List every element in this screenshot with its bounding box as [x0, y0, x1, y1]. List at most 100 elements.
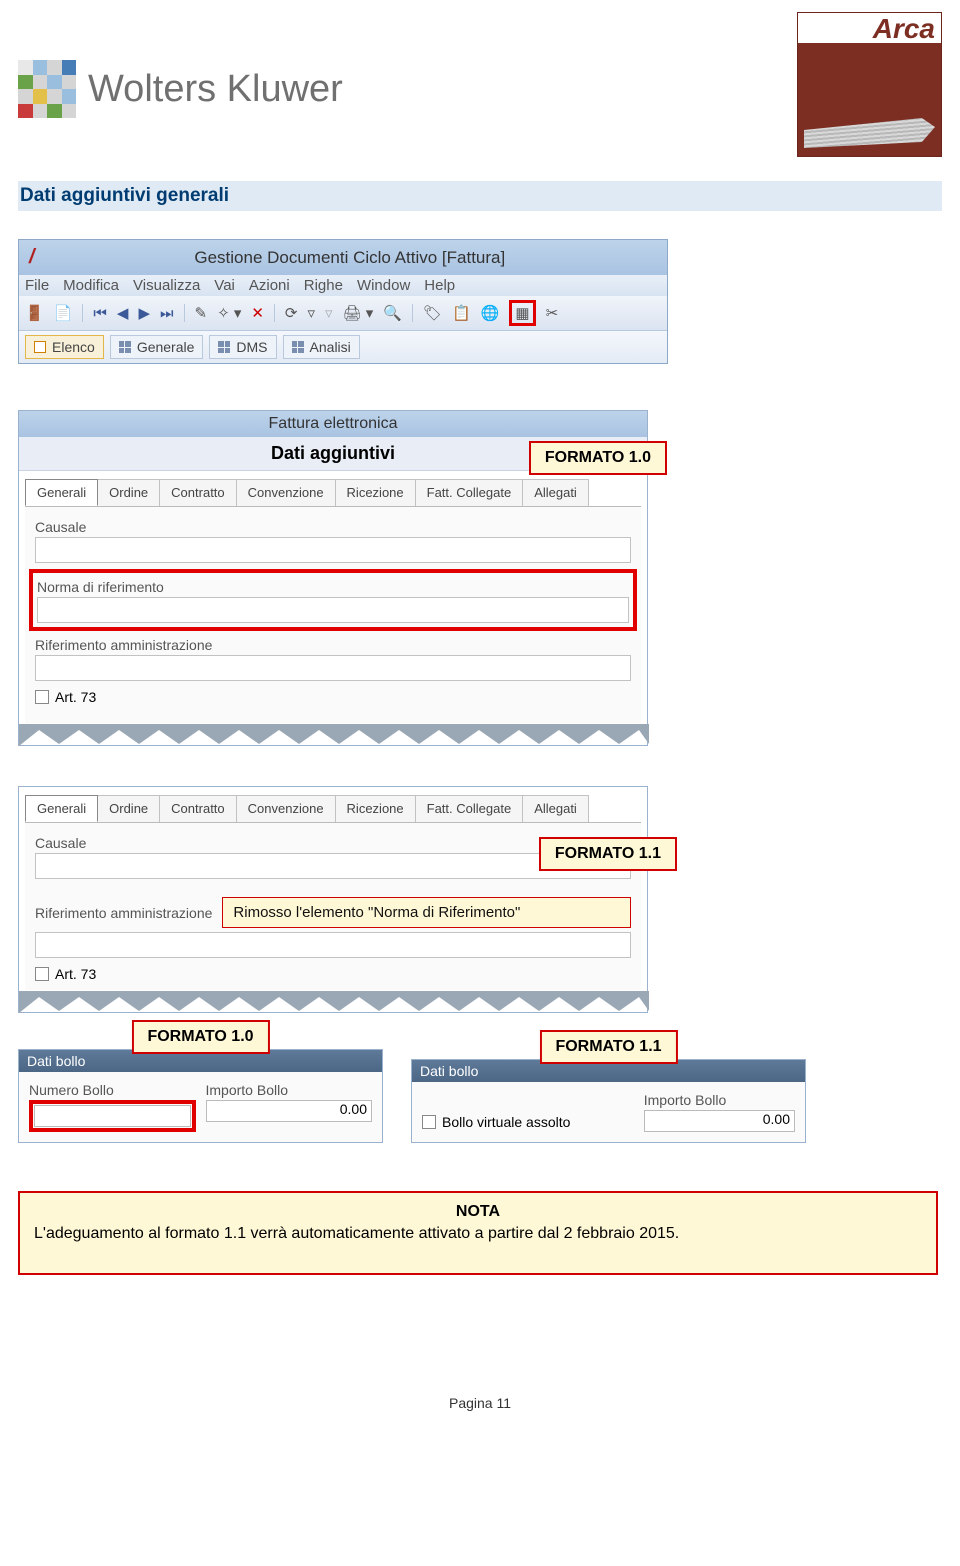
tab-ricezione[interactable]: Ricezione: [335, 795, 416, 822]
menu-bar: File Modifica Visualizza Vai Azioni Righ…: [19, 275, 667, 296]
label-bollo-virtuale: Bollo virtuale assolto: [442, 1114, 570, 1130]
window-title: Gestione Documenti Ciclo Attivo [Fattura…: [194, 248, 505, 268]
callout-formato-11: FORMATO 1.1: [539, 1030, 677, 1064]
grid-icon: [292, 341, 304, 353]
note-icon[interactable]: 📋: [452, 304, 471, 322]
view-tabs: Elenco Generale DMS Analisi: [19, 331, 667, 363]
wk-logo-text: Wolters Kluwer: [88, 68, 343, 111]
print-icon[interactable]: 🖨 ▾: [343, 304, 374, 322]
form-area: Causale FORMATO 1.1 Riferimento amminist…: [25, 823, 641, 990]
arca-stroke-icon: [804, 118, 935, 148]
torn-edge: [19, 723, 647, 745]
menu-help[interactable]: Help: [424, 277, 455, 294]
input-rifamm[interactable]: [35, 655, 631, 681]
menu-modifica[interactable]: Modifica: [63, 277, 119, 294]
tab-generale[interactable]: Generale: [110, 335, 204, 359]
first-icon[interactable]: ⏮: [93, 305, 107, 322]
wand-icon[interactable]: ✧ ▾: [217, 304, 241, 322]
nota-body: L'adeguamento al formato 1.1 verrà autom…: [34, 1225, 922, 1243]
tab-contratto[interactable]: Contratto: [159, 795, 236, 822]
label-art73: Art. 73: [55, 966, 96, 982]
checkbox-icon: [35, 967, 49, 981]
prev-icon[interactable]: ◀: [117, 304, 129, 322]
label-numero-bollo: Numero Bollo: [29, 1082, 196, 1098]
tab-generali[interactable]: Generali: [25, 479, 98, 506]
globe-icon[interactable]: 🌐: [481, 304, 500, 322]
menu-azioni[interactable]: Azioni: [249, 277, 290, 294]
panel-dati-bollo-v10: FORMATO 1.0 Dati bollo Numero Bollo Impo…: [18, 1049, 383, 1143]
dati-bollo-row: FORMATO 1.0 Dati bollo Numero Bollo Impo…: [18, 1049, 942, 1143]
tab-generali[interactable]: Generali: [25, 795, 98, 822]
tab-contratto[interactable]: Contratto: [159, 479, 236, 506]
input-importo-bollo[interactable]: 0.00: [206, 1100, 373, 1122]
edit-icon[interactable]: ✎: [195, 304, 208, 322]
tab-ricezione[interactable]: Ricezione: [335, 479, 416, 506]
wolters-kluwer-logo: Wolters Kluwer: [18, 12, 343, 118]
panel-title: Fattura elettronica: [19, 411, 647, 437]
delete-icon[interactable]: ✕: [251, 304, 264, 322]
exit-icon[interactable]: 🚪: [25, 304, 44, 322]
callout-formato-11: FORMATO 1.1: [539, 837, 677, 871]
window-title-bar: / Gestione Documenti Ciclo Attivo [Fattu…: [19, 240, 667, 275]
section-title: Dati aggiuntivi generali: [18, 181, 942, 211]
menu-vai[interactable]: Vai: [214, 277, 235, 294]
grid-icon[interactable]: ▦: [515, 304, 529, 322]
tabset: Generali Ordine Contratto Convenzione Ri…: [25, 479, 641, 507]
checkbox-bollo-virtuale[interactable]: Bollo virtuale assolto: [422, 1114, 570, 1130]
new-doc-icon[interactable]: 📄: [54, 304, 73, 322]
checkbox-icon: [35, 690, 49, 704]
checkbox-art73[interactable]: Art. 73: [35, 689, 96, 705]
tabset: Generali Ordine Contratto Convenzione Ri…: [25, 795, 641, 823]
tab-convenzione[interactable]: Convenzione: [236, 795, 336, 822]
input-causale[interactable]: [35, 537, 631, 563]
next-icon[interactable]: ▶: [138, 304, 150, 322]
note-rimosso: Rimosso l'elemento "Norma di Riferimento…: [222, 897, 631, 928]
tab-ordine[interactable]: Ordine: [97, 479, 160, 506]
menu-visualizza[interactable]: Visualizza: [133, 277, 200, 294]
tab-convenzione[interactable]: Convenzione: [236, 479, 336, 506]
last-icon[interactable]: ⏭: [160, 305, 174, 322]
tab-allegati[interactable]: Allegati: [522, 795, 589, 822]
grid-icon: [218, 341, 230, 353]
label-rifamm: Riferimento amministrazione: [35, 905, 212, 921]
list-icon: [34, 341, 46, 353]
label-causale: Causale: [35, 519, 631, 535]
menu-file[interactable]: File: [25, 277, 49, 294]
cut-icon[interactable]: ✂: [546, 304, 559, 322]
wk-logo-icon: [18, 60, 76, 118]
app-icon: /: [29, 246, 35, 269]
filter-off-icon: ▿: [325, 304, 333, 322]
refresh-icon[interactable]: ⟳: [285, 304, 298, 322]
tab-allegati[interactable]: Allegati: [522, 479, 589, 506]
preview-icon[interactable]: 🔍: [383, 304, 402, 322]
highlight-numero-bollo: [29, 1100, 196, 1132]
label-importo-bollo: Importo Bollo: [644, 1092, 795, 1108]
callout-formato-10: FORMATO 1.0: [529, 441, 667, 475]
label-importo-bollo: Importo Bollo: [206, 1082, 373, 1098]
page-number: Pagina 11: [18, 1395, 942, 1411]
input-numero-bollo[interactable]: [34, 1105, 191, 1127]
panel-dati-bollo-v11: FORMATO 1.1 Dati bollo Bollo virtuale as…: [411, 1059, 806, 1143]
tab-analisi[interactable]: Analisi: [283, 335, 360, 359]
panel-dati-aggiuntivi-v10: Fattura elettronica Dati aggiuntivi FORM…: [18, 410, 648, 746]
toolbar: 🚪 📄 ⏮ ◀ ▶ ⏭ ✎ ✧ ▾ ✕ ⟳ ▿ ▿ 🖨 ▾ 🔍 🏷 📋 🌐 ▦ …: [19, 296, 667, 331]
tab-elenco-label: Elenco: [52, 339, 95, 355]
menu-righe[interactable]: Righe: [304, 277, 343, 294]
tab-ordine[interactable]: Ordine: [97, 795, 160, 822]
arca-logo: Arca: [797, 12, 942, 157]
highlighted-toolbar-button: ▦: [509, 300, 535, 326]
filter-icon[interactable]: ▿: [308, 304, 316, 322]
tab-dms[interactable]: DMS: [209, 335, 276, 359]
checkbox-art73[interactable]: Art. 73: [35, 966, 96, 982]
tab-generale-label: Generale: [137, 339, 195, 355]
tag-icon[interactable]: 🏷: [423, 304, 442, 322]
tab-fatt-collegate[interactable]: Fatt. Collegate: [415, 479, 524, 506]
tab-elenco[interactable]: Elenco: [25, 335, 104, 359]
form-area: Causale Norma di riferimento Riferimento…: [25, 507, 641, 723]
menu-window[interactable]: Window: [357, 277, 410, 294]
input-rifamm[interactable]: [35, 932, 631, 958]
input-norma[interactable]: [37, 597, 629, 623]
tab-fatt-collegate[interactable]: Fatt. Collegate: [415, 795, 524, 822]
callout-formato-10: FORMATO 1.0: [131, 1020, 269, 1054]
input-importo-bollo[interactable]: 0.00: [644, 1110, 795, 1132]
